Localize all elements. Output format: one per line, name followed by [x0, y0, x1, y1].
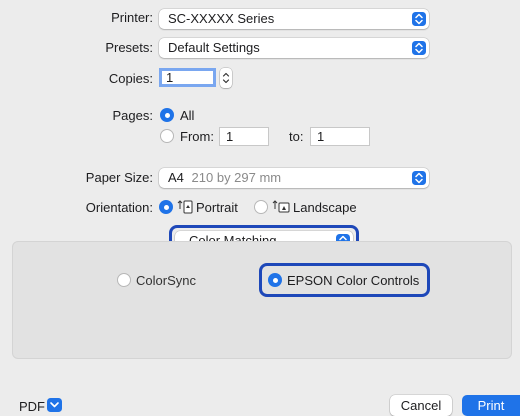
chevron-updown-icon	[412, 171, 426, 185]
colorsync-radio[interactable]	[117, 273, 131, 287]
landscape-icon	[272, 200, 290, 213]
epson-color-controls-label: EPSON Color Controls	[287, 273, 420, 288]
orientation-landscape-label: Landscape	[293, 200, 357, 215]
print-button[interactable]: Print	[462, 395, 520, 416]
pages-all-radio[interactable]	[160, 108, 174, 122]
portrait-icon	[177, 200, 193, 214]
orientation-portrait-radio[interactable]	[159, 200, 173, 214]
paper-size-label: Paper Size:	[85, 170, 153, 185]
printer-label: Printer:	[111, 10, 153, 25]
pdf-menu-button[interactable]	[47, 398, 62, 412]
epson-color-controls-radio[interactable]	[268, 273, 282, 287]
printer-popup[interactable]: SC-XXXXX Series	[159, 9, 429, 29]
pdf-label[interactable]: PDF	[19, 399, 45, 414]
pages-to-input[interactable]: 1	[310, 127, 370, 146]
pages-from-radio[interactable]	[160, 129, 174, 143]
copies-label: Copies:	[108, 71, 153, 86]
chevron-updown-icon	[412, 41, 426, 55]
cancel-button[interactable]: Cancel	[390, 395, 452, 416]
orientation-label: Orientation:	[85, 200, 153, 215]
chevron-down-icon	[50, 402, 59, 408]
pages-from-label: From:	[180, 129, 214, 144]
pages-all-label: All	[180, 108, 195, 123]
copies-input[interactable]: 1	[159, 68, 216, 87]
pages-label: Pages:	[112, 108, 153, 123]
colorsync-label: ColorSync	[136, 273, 196, 288]
orientation-portrait-label: Portrait	[196, 200, 238, 215]
presets-popup[interactable]: Default Settings	[159, 38, 429, 58]
paper-size-value: A4	[168, 170, 184, 185]
presets-value: Default Settings	[168, 40, 260, 55]
orientation-landscape-radio[interactable]	[254, 200, 268, 214]
copies-stepper[interactable]	[220, 68, 232, 88]
pages-from-input[interactable]: 1	[219, 127, 269, 146]
pages-to-label: to:	[289, 129, 304, 144]
paper-size-detail: 210 by 297 mm	[191, 170, 282, 185]
paper-size-popup[interactable]: A4 210 by 297 mm	[159, 168, 429, 188]
stepper-arrows-icon	[222, 72, 230, 84]
presets-label: Presets:	[105, 40, 153, 55]
printer-value: SC-XXXXX Series	[168, 11, 275, 26]
color-matching-panel	[12, 241, 512, 359]
chevron-updown-icon	[412, 12, 426, 26]
